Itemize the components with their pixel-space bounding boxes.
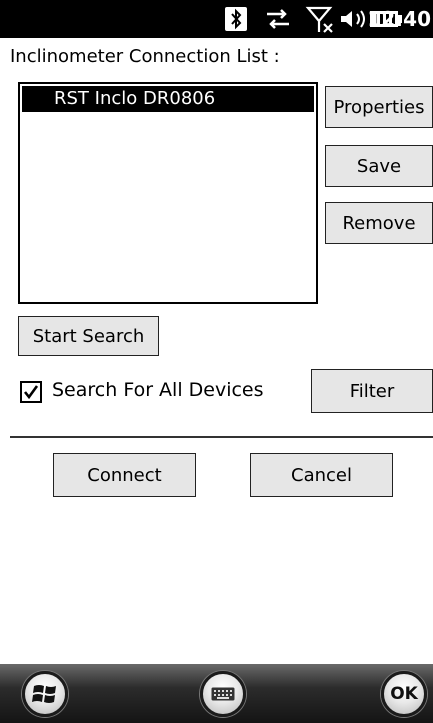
- clock: 12:40: [367, 7, 431, 31]
- remove-button[interactable]: Remove: [325, 202, 433, 244]
- filter-button[interactable]: Filter: [311, 369, 433, 413]
- data-sync-icon: [262, 5, 294, 33]
- search-all-checkbox[interactable]: [20, 381, 42, 403]
- divider: [10, 436, 433, 438]
- ok-label: OK: [390, 684, 418, 704]
- page-title: Inclinometer Connection List :: [10, 46, 280, 67]
- bottom-bar: OK: [0, 664, 433, 723]
- ok-button[interactable]: OK: [381, 671, 427, 717]
- volume-icon: [338, 5, 368, 33]
- list-item[interactable]: RST Inclo DR0806: [22, 86, 314, 112]
- cancel-button[interactable]: Cancel: [250, 453, 393, 497]
- no-signal-icon: [305, 5, 335, 33]
- device-list[interactable]: RST Inclo DR0806: [18, 82, 318, 304]
- search-all-label: Search For All Devices: [52, 379, 264, 401]
- bluetooth-icon: [223, 5, 249, 33]
- checkmark-icon: [23, 385, 39, 400]
- save-button[interactable]: Save: [325, 145, 433, 187]
- connect-button[interactable]: Connect: [53, 453, 196, 497]
- keyboard-icon[interactable]: [200, 671, 246, 717]
- properties-button[interactable]: Properties: [325, 86, 433, 128]
- windows-start-icon[interactable]: [22, 671, 68, 717]
- start-search-button[interactable]: Start Search: [18, 316, 159, 356]
- status-bar: 12:40: [0, 0, 433, 38]
